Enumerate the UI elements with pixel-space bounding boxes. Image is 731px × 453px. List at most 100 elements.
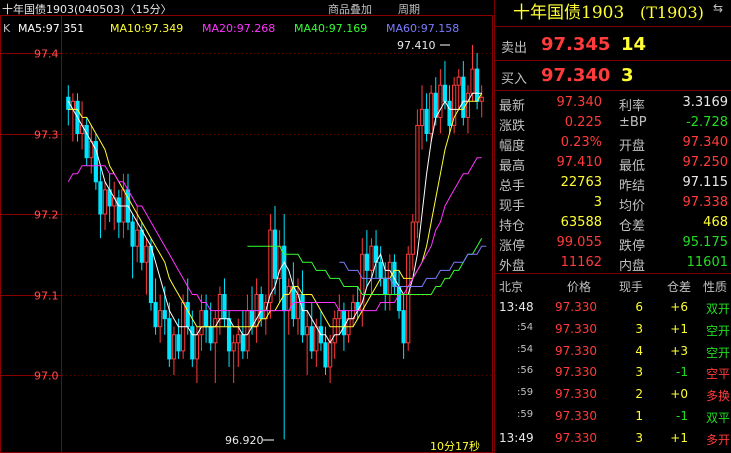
ticks-header-oi: 仓差 [667, 280, 692, 294]
ma20-label: MA20:97.268 [202, 22, 276, 35]
tick-nature: 多换 [705, 389, 730, 404]
stat-value: 63588 [560, 215, 602, 230]
candle-body [318, 326, 324, 344]
candle-body [144, 245, 149, 263]
candle-body [194, 334, 200, 360]
candle-body [268, 229, 273, 304]
stat-label: 仓差 [619, 219, 646, 234]
tab-period[interactable]: 周期 [398, 3, 420, 16]
tick-time: 13:48 [499, 300, 534, 314]
candle-body [139, 229, 144, 263]
candle-body [66, 96, 71, 110]
stat-label: 昨结 [619, 179, 646, 194]
tick-row[interactable]: 13:48 97.330 6 +6 双开 [495, 296, 731, 318]
tick-nature: 空开 [705, 323, 730, 338]
stat-label: 最高 [499, 159, 526, 174]
tick-row[interactable]: :54 97.330 3 +1 空开 [495, 318, 731, 340]
candle-body [350, 302, 356, 320]
tick-row[interactable]: :59 97.330 2 +0 多换 [495, 383, 731, 405]
tick-nature: 空平 [705, 367, 730, 382]
candle-body [373, 245, 379, 263]
stat-value: 97.340 [556, 95, 603, 110]
stat-value: 22763 [560, 175, 602, 190]
candle-body [222, 294, 227, 320]
candle-body [314, 326, 319, 352]
candle-body [272, 229, 278, 279]
tick-row[interactable]: :56 97.330 3 -1 空平 [495, 361, 731, 383]
candle-body [355, 302, 360, 312]
candle-body [116, 197, 121, 223]
candle-body [328, 342, 333, 368]
candle-body [181, 302, 186, 352]
bid-row[interactable]: 买入 97.340 3 [495, 64, 731, 88]
ask-volume: 14 [621, 34, 647, 55]
ma-line-ma40 [247, 237, 483, 295]
tick-row[interactable]: 13:49 97.330 3 +1 多开 [495, 427, 731, 449]
candle-body [171, 334, 177, 360]
tick-oi-change: +1 [670, 430, 688, 445]
stats-row: 总手 22763 昨结 97.115 [495, 173, 731, 194]
quote-panel: 十年国债1903 (T1903) ⇆ 卖出 97.345 14 买入 97.34… [494, 0, 731, 453]
candle-body [176, 334, 181, 352]
candle-body [208, 326, 213, 344]
stat-label: 开盘 [619, 139, 646, 154]
candlestick-chart[interactable]: 97.4 97.3 97.2 97.1 97.0 [0, 0, 493, 453]
candle-body [236, 334, 241, 344]
stat-value: 97.338 [682, 195, 729, 210]
tab-overlay[interactable]: 商品叠加 [328, 3, 372, 16]
candle-body [461, 76, 466, 118]
bid-volume: 3 [621, 65, 634, 86]
kline-chart-panel[interactable]: 十年国债1903(040503)〈15分〉 商品叠加 周期 K MA5:97.3… [0, 0, 493, 453]
stat-value: 0.23% [560, 135, 602, 150]
candle-body [231, 342, 236, 352]
bid-price: 97.340 [541, 65, 611, 86]
indicator-k-label: K [3, 22, 11, 35]
ask-row[interactable]: 卖出 97.345 14 [495, 33, 731, 57]
instrument-code: (T1903) [640, 3, 704, 22]
bar-countdown: 10分17秒 [430, 440, 480, 453]
ticks-header-nature: 性质 [703, 280, 728, 294]
stat-value: 97.340 [682, 135, 729, 150]
arrow-nav-icon[interactable]: ⇆ [713, 2, 723, 15]
candle-body [167, 318, 172, 360]
candle-body [213, 318, 218, 344]
stat-label: 跌停 [619, 239, 646, 254]
divider [495, 90, 731, 91]
tick-time: :59 [517, 409, 534, 420]
tick-price: 97.330 [555, 300, 597, 314]
candle-body [360, 253, 365, 312]
candle-body [456, 76, 461, 86]
candle-body [383, 277, 388, 295]
candle-body [479, 96, 484, 102]
stat-value: 0.225 [564, 115, 602, 130]
candle-body [305, 326, 310, 336]
candle-body [245, 310, 250, 352]
tick-price: 97.330 [555, 409, 597, 423]
tick-time: :54 [517, 321, 534, 333]
candle-body [185, 302, 190, 328]
candle-body [277, 245, 282, 279]
candle-body [295, 294, 301, 320]
tick-nature: 双平 [705, 411, 730, 425]
candle-body [438, 84, 443, 118]
tick-price: 97.330 [555, 387, 597, 402]
candle-body [378, 261, 383, 279]
stats-row: 幅度 0.23% 开盘 97.340 [495, 133, 731, 154]
low-price-marker: 96.920 [225, 434, 264, 447]
candle-body [401, 310, 406, 344]
candle-body [89, 141, 94, 159]
stat-label: 持仓 [499, 219, 526, 234]
candle-body [98, 181, 103, 215]
ma-line-ma10 [68, 93, 483, 328]
tick-oi-change: -1 [676, 409, 688, 423]
tick-row[interactable]: :59 97.330 1 -1 双平 [495, 405, 731, 427]
candle-body [447, 100, 452, 126]
tick-volume: 6 [635, 300, 643, 314]
divider [495, 60, 731, 61]
tick-oi-change: +6 [670, 300, 688, 314]
candle-body [226, 318, 232, 352]
ma5-label: MA5:97.351 [18, 22, 85, 35]
tick-row[interactable]: :54 97.330 4 +3 空开 [495, 340, 731, 362]
candle-body [158, 310, 163, 328]
tick-nature: 多开 [705, 432, 730, 447]
